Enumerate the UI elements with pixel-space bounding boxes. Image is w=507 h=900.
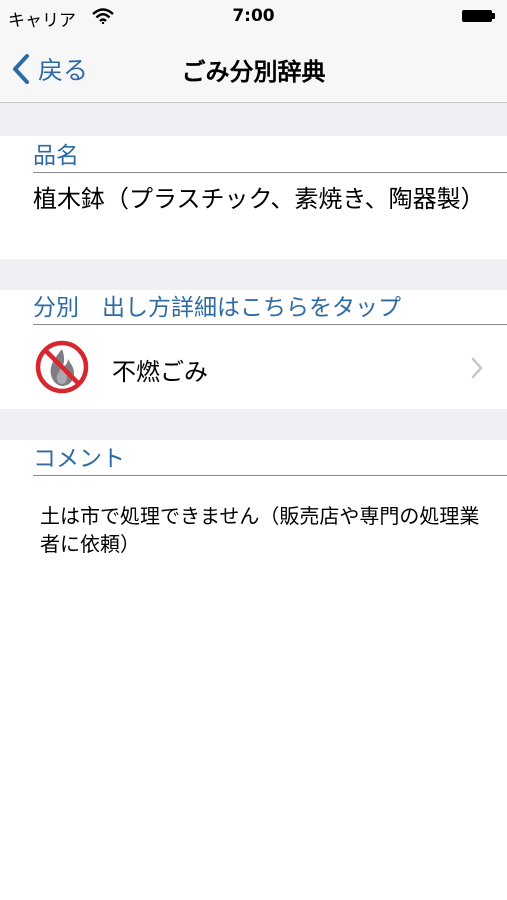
comment-header: コメント [33,443,507,476]
category-label: 不燃ごみ [112,358,208,386]
section-gap [0,103,507,136]
page-title: ごみ分別辞典 [181,58,326,86]
category-row[interactable]: 不燃ごみ [0,326,507,409]
item-name-value: 植木鉢（プラスチック、素焼き、陶器製） [33,185,485,213]
non-burnable-icon [35,340,89,394]
navigation-bar: 戻る ごみ分別辞典 [0,34,507,103]
status-bar: キャリア 7:00 [0,0,507,34]
section-gap [0,259,507,290]
comment-text: 土は市で処理できません（販売店や専門の処理業者に依頼） [40,504,480,556]
battery-icon [462,10,495,22]
chevron-right-icon [471,357,483,379]
category-header: 分別 出し方詳細はこちらをタップ [33,292,507,325]
section-gap [0,409,507,440]
item-name-header: 品名 [33,140,507,173]
clock: 7:00 [232,6,275,26]
